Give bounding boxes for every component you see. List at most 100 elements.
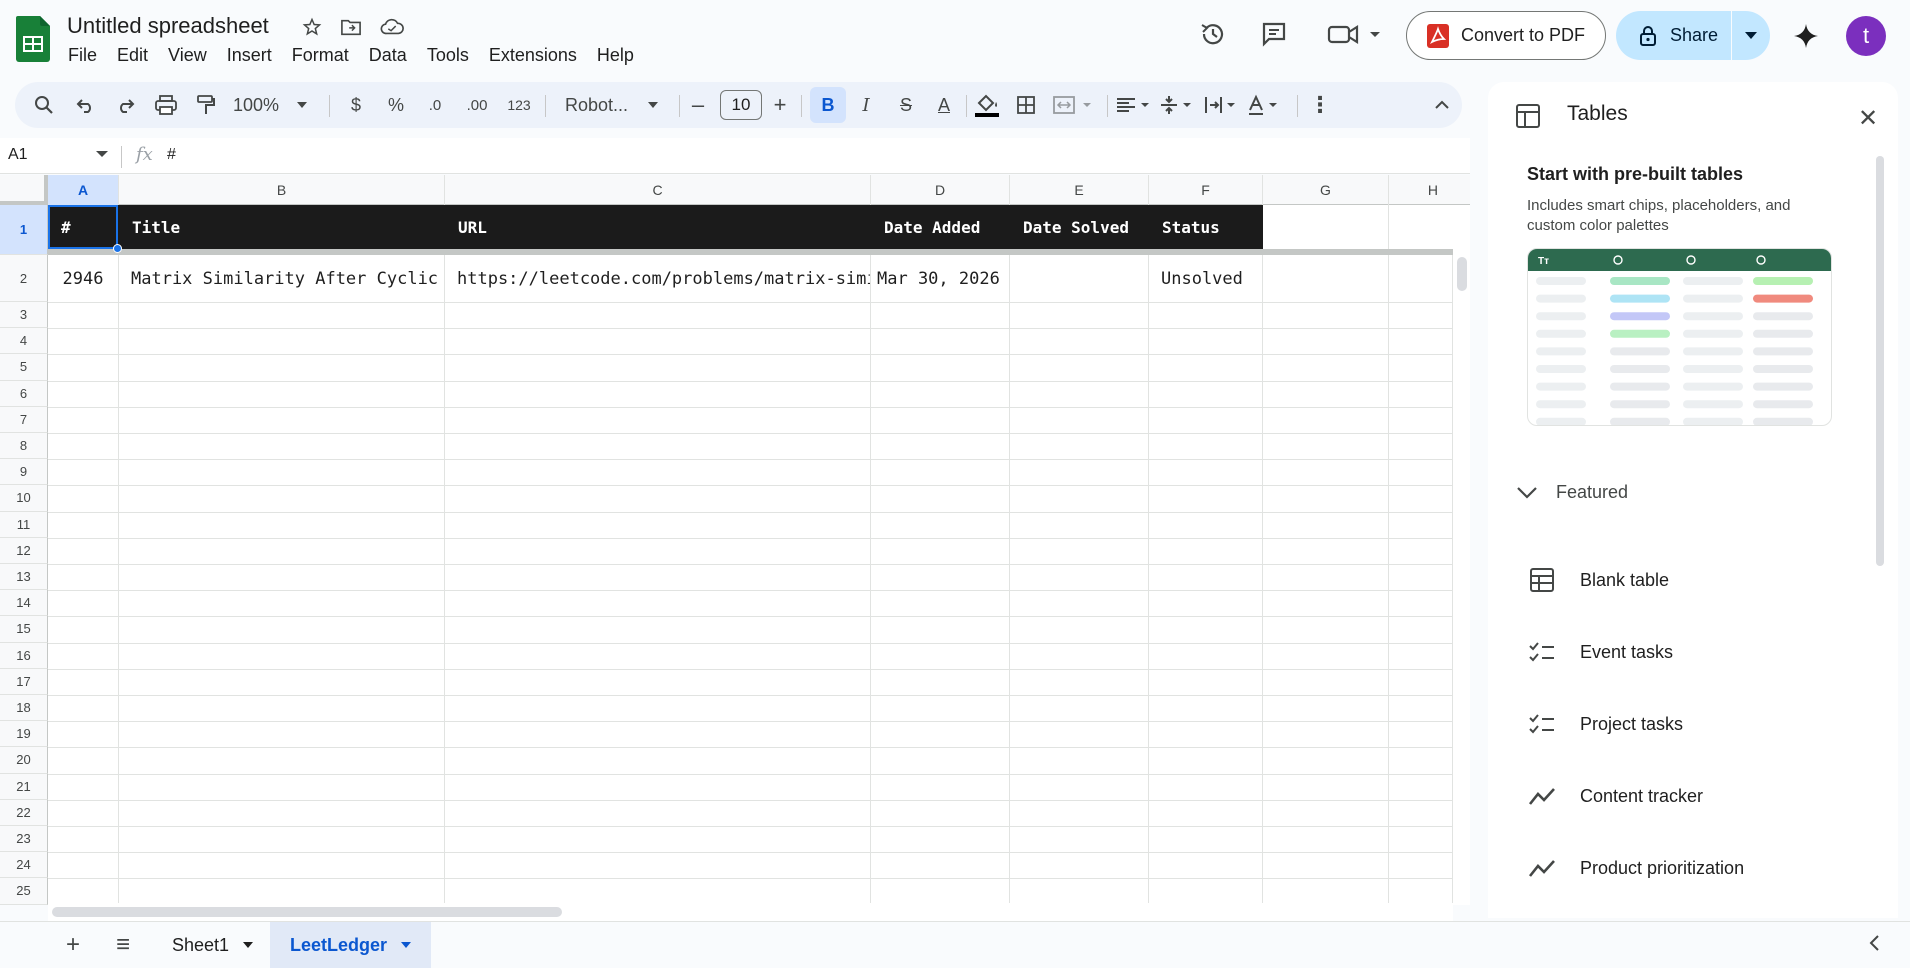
increase-font-size-button[interactable]: + <box>765 82 795 128</box>
menu-file[interactable]: File <box>58 43 107 68</box>
merge-cells-icon[interactable] <box>1049 82 1099 128</box>
column-header-c[interactable]: C <box>445 175 871 205</box>
column-header-h[interactable]: H <box>1389 175 1470 205</box>
version-history-icon[interactable] <box>1197 18 1229 50</box>
borders-icon[interactable] <box>1011 82 1041 128</box>
convert-to-pdf-button[interactable]: Convert to PDF <box>1406 11 1606 60</box>
italic-button[interactable]: I <box>851 82 881 128</box>
increase-decimal-button[interactable]: .00 <box>459 82 495 128</box>
menu-tools[interactable]: Tools <box>417 43 479 68</box>
cell-f2[interactable]: Unsolved <box>1149 255 1262 302</box>
row-header-17[interactable]: 17 <box>0 668 48 695</box>
decrease-font-size-button[interactable]: – <box>683 82 713 128</box>
cell-c2[interactable]: https://leetcode.com/problems/matrix-sim… <box>445 255 870 302</box>
column-header-b[interactable]: B <box>119 175 445 205</box>
decrease-decimal-button[interactable]: .0 <box>419 82 451 128</box>
row-header-15[interactable]: 15 <box>0 616 48 643</box>
row-header-7[interactable]: 7 <box>0 406 48 433</box>
panel-scrollbar[interactable] <box>1876 156 1884 566</box>
bold-button[interactable]: B <box>810 87 846 123</box>
share-button[interactable]: Share <box>1616 11 1732 60</box>
vertical-scrollbar[interactable] <box>1452 255 1470 905</box>
all-sheets-button[interactable]: ≡ <box>96 922 150 968</box>
row-header-21[interactable]: 21 <box>0 773 48 800</box>
row-header-11[interactable]: 11 <box>0 511 48 538</box>
menu-insert[interactable]: Insert <box>217 43 282 68</box>
zoom-select[interactable]: 100% <box>231 82 309 128</box>
row-header-24[interactable]: 24 <box>0 852 48 879</box>
header-cell-status[interactable]: Status <box>1149 205 1263 249</box>
fill-color-icon[interactable] <box>970 82 1004 128</box>
move-folder-icon[interactable] <box>339 15 363 39</box>
row-header-16[interactable]: 16 <box>0 642 48 669</box>
template-product-prioritization[interactable]: Product prioritization <box>1528 854 1744 882</box>
cell-e2[interactable] <box>1010 255 1148 302</box>
text-color-button[interactable]: A <box>929 82 959 128</box>
template-event-tasks[interactable]: Event tasks <box>1528 638 1673 666</box>
row-header-6[interactable]: 6 <box>0 380 48 407</box>
more-options-icon[interactable]: ⋮ <box>1305 82 1335 128</box>
menu-data[interactable]: Data <box>359 43 417 68</box>
menu-edit[interactable]: Edit <box>107 43 158 68</box>
add-sheet-button[interactable]: + <box>46 922 100 968</box>
row-header-13[interactable]: 13 <box>0 564 48 591</box>
account-avatar[interactable]: t <box>1846 16 1886 56</box>
format-percent-button[interactable]: % <box>381 82 411 128</box>
paint-format-icon[interactable] <box>191 82 221 128</box>
vertical-align-icon[interactable] <box>1157 82 1199 128</box>
sheets-logo-icon[interactable] <box>16 16 50 62</box>
row-header-8[interactable]: 8 <box>0 433 48 460</box>
spreadsheet-grid[interactable]: A B C D E F G H # Title URL Date Added D… <box>0 175 1470 905</box>
row-header-10[interactable]: 10 <box>0 485 48 512</box>
header-cell-date-solved[interactable]: Date Solved <box>1010 205 1149 249</box>
column-header-f[interactable]: F <box>1149 175 1263 205</box>
row-header-22[interactable]: 22 <box>0 799 48 826</box>
font-size-input[interactable]: 10 <box>720 90 762 120</box>
vertical-scroll-thumb[interactable] <box>1457 257 1467 291</box>
print-icon[interactable] <box>151 82 181 128</box>
horizontal-align-icon[interactable] <box>1113 82 1155 128</box>
menu-extensions[interactable]: Extensions <box>479 43 587 68</box>
formula-input[interactable]: # <box>167 146 176 164</box>
select-all-corner[interactable] <box>0 175 48 205</box>
row-header-12[interactable]: 12 <box>0 537 48 564</box>
column-header-d[interactable]: D <box>871 175 1010 205</box>
row-header-5[interactable]: 5 <box>0 354 48 381</box>
star-icon[interactable] <box>300 15 324 39</box>
meet-call-icon[interactable] <box>1324 18 1384 50</box>
document-title[interactable]: Untitled spreadsheet <box>67 13 269 39</box>
undo-icon[interactable] <box>71 82 101 128</box>
text-wrapping-icon[interactable] <box>1201 82 1243 128</box>
row-header-20[interactable]: 20 <box>0 747 48 774</box>
font-family-select[interactable]: Robot... <box>553 82 669 128</box>
featured-section-toggle[interactable]: Featured <box>1516 482 1628 503</box>
column-header-g[interactable]: G <box>1263 175 1389 205</box>
collapse-side-panel-icon[interactable] <box>1868 934 1880 958</box>
column-header-a[interactable]: A <box>48 175 119 205</box>
collapse-menus-icon[interactable] <box>1427 82 1457 128</box>
comments-icon[interactable] <box>1258 18 1290 50</box>
row-header-19[interactable]: 19 <box>0 721 48 748</box>
row-header-1[interactable]: 1 <box>0 205 48 255</box>
cell-a2[interactable]: 2946 <box>48 255 118 302</box>
menu-view[interactable]: View <box>158 43 217 68</box>
template-blank-table[interactable]: Blank table <box>1528 566 1669 594</box>
row-header-4[interactable]: 4 <box>0 328 48 355</box>
horizontal-scrollbar[interactable] <box>48 903 1453 921</box>
sheet-tab-sheet1[interactable]: Sheet1 <box>152 922 273 968</box>
strikethrough-button[interactable]: S <box>891 82 921 128</box>
row-header-23[interactable]: 23 <box>0 826 48 853</box>
panel-scroll-thumb[interactable] <box>1876 156 1884 566</box>
text-rotation-icon[interactable] <box>1245 82 1287 128</box>
share-dropdown-button[interactable] <box>1732 31 1770 40</box>
sheet-tab-leetledger[interactable]: LeetLedger <box>270 922 432 968</box>
header-cell-title[interactable]: Title <box>119 205 445 249</box>
redo-icon[interactable] <box>110 82 140 128</box>
close-icon[interactable]: ✕ <box>1858 104 1878 133</box>
cell-d2[interactable]: Mar 30, 2026 <box>871 255 1009 302</box>
name-box-dropdown-icon[interactable] <box>96 151 108 157</box>
cell-b2[interactable]: Matrix Similarity After Cyclic Shifts <box>119 255 444 302</box>
row-header-9[interactable]: 9 <box>0 459 48 486</box>
row-header-18[interactable]: 18 <box>0 695 48 722</box>
more-formats-button[interactable]: 123 <box>501 82 537 128</box>
